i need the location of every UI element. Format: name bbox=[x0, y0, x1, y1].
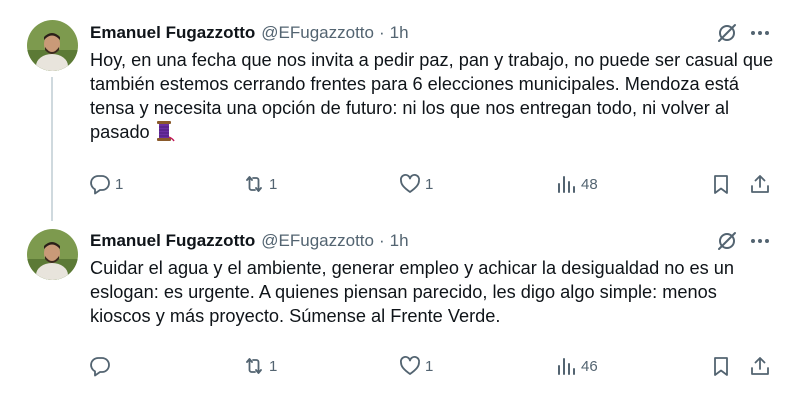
tweet-2[interactable]: Emanuel Fugazzotto @EFugazzotto · 1h Cui… bbox=[0, 218, 790, 398]
bookmark-button[interactable] bbox=[710, 171, 732, 197]
views-icon bbox=[558, 176, 575, 193]
grok-icon[interactable] bbox=[716, 22, 738, 44]
like-button[interactable]: 1 bbox=[399, 353, 433, 379]
views-count: 46 bbox=[581, 357, 598, 375]
share-button[interactable] bbox=[749, 171, 771, 197]
reply-icon bbox=[90, 357, 110, 377]
grok-icon[interactable] bbox=[716, 230, 738, 252]
retweet-icon bbox=[246, 358, 262, 374]
more-icon[interactable] bbox=[748, 21, 772, 45]
reply-icon bbox=[90, 175, 110, 195]
tweet-actions: 1 1 46 bbox=[0, 353, 790, 379]
separator-dot: · bbox=[378, 231, 385, 250]
author-name[interactable]: Emanuel Fugazzotto bbox=[90, 231, 255, 251]
share-icon bbox=[751, 175, 769, 193]
like-count: 1 bbox=[425, 175, 434, 193]
avatar[interactable] bbox=[27, 20, 78, 71]
tweet-header: Emanuel Fugazzotto @EFugazzotto · 1h bbox=[90, 21, 409, 45]
author-handle[interactable]: @EFugazzotto bbox=[261, 231, 374, 251]
tweet-header: Emanuel Fugazzotto @EFugazzotto · 1h bbox=[90, 229, 409, 253]
retweet-count: 1 bbox=[269, 357, 278, 375]
tweet-text: Hoy, en una fecha que nos invita a pedir… bbox=[90, 48, 780, 144]
retweet-icon bbox=[246, 176, 262, 192]
share-icon bbox=[751, 357, 769, 375]
thread-spool-emoji-icon bbox=[153, 120, 175, 142]
tweet-text: Cuidar el agua y el ambiente, generar em… bbox=[90, 258, 735, 326]
retweet-button[interactable]: 1 bbox=[243, 171, 277, 197]
like-icon bbox=[400, 356, 420, 375]
reply-count: 1 bbox=[115, 175, 124, 193]
like-button[interactable]: 1 bbox=[399, 171, 433, 197]
bookmark-icon bbox=[714, 357, 728, 376]
retweet-button[interactable]: 1 bbox=[243, 353, 277, 379]
views-count: 48 bbox=[581, 175, 598, 193]
share-button[interactable] bbox=[749, 353, 771, 379]
retweet-count: 1 bbox=[269, 175, 278, 193]
views-button[interactable]: 46 bbox=[555, 353, 598, 379]
like-icon bbox=[400, 174, 420, 193]
like-count: 1 bbox=[425, 357, 434, 375]
bookmark-button[interactable] bbox=[710, 353, 732, 379]
separator-dot: · bbox=[378, 23, 385, 42]
author-name[interactable]: Emanuel Fugazzotto bbox=[90, 23, 255, 43]
tweet-text-body: Hoy, en una fecha que nos invita a pedir… bbox=[90, 50, 774, 142]
reply-button[interactable] bbox=[89, 353, 115, 379]
tweet-1[interactable]: Emanuel Fugazzotto @EFugazzotto · 1h Hoy… bbox=[0, 0, 790, 218]
views-button[interactable]: 48 bbox=[555, 171, 598, 197]
bookmark-icon bbox=[714, 175, 728, 194]
avatar[interactable] bbox=[27, 229, 78, 280]
tweet-time[interactable]: 1h bbox=[390, 231, 409, 251]
author-handle[interactable]: @EFugazzotto bbox=[261, 23, 374, 43]
views-icon bbox=[558, 358, 575, 375]
more-icon[interactable] bbox=[748, 229, 772, 253]
reply-button[interactable]: 1 bbox=[89, 171, 123, 197]
tweet-actions: 1 1 1 48 bbox=[0, 171, 790, 197]
tweet-time[interactable]: 1h bbox=[390, 23, 409, 43]
